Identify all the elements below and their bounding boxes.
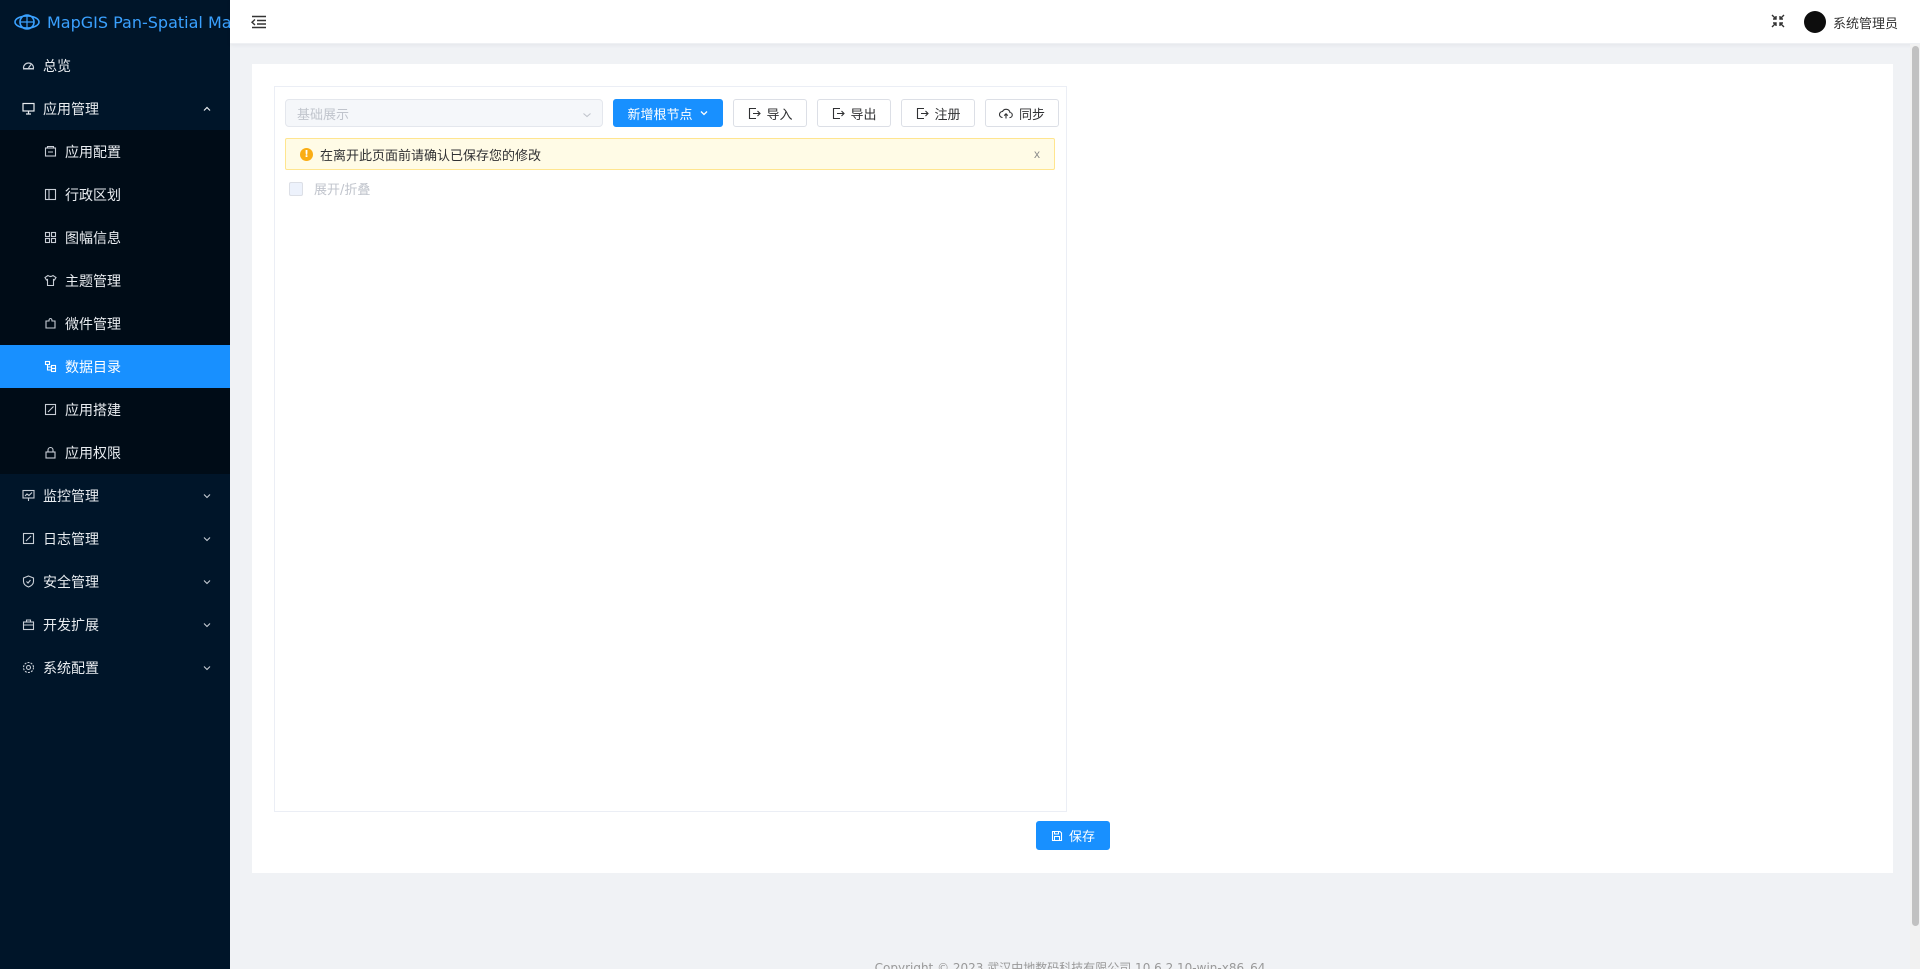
sidebar-item-label: 应用搭建: [65, 402, 121, 419]
toolbar: 基础展示 新增根节点 导入 导出 注册 同步: [285, 99, 1059, 127]
sync-button[interactable]: 同步: [985, 99, 1059, 127]
desktop-icon: [22, 102, 35, 115]
lock-icon: [44, 446, 57, 459]
chevron-down-icon: [700, 111, 707, 116]
content-card: 基础展示 新增根节点 导入 导出 注册 同步 ! 在离开此页面前请确认已保存您的…: [252, 64, 1893, 873]
log-icon: [22, 532, 35, 545]
sidebar-item-app-build[interactable]: 应用搭建: [0, 388, 230, 431]
data-catalog-panel: 基础展示 新增根节点 导入 导出 注册 同步 ! 在离开此页面前请确认已保存您的…: [274, 86, 1067, 812]
register-button[interactable]: 注册: [901, 99, 975, 127]
chevron-down-icon: [202, 491, 212, 501]
add-root-node-button[interactable]: 新增根节点: [613, 99, 723, 127]
expand-collapse-label: 展开/折叠: [314, 183, 371, 198]
briefcase-icon: [22, 618, 35, 631]
tree-icon: [44, 360, 57, 373]
page-scrollbar[interactable]: [1910, 44, 1920, 969]
top-header: 系统管理员: [230, 0, 1920, 44]
edit-icon: [44, 403, 57, 416]
unsaved-changes-alert: ! 在离开此页面前请确认已保存您的修改 x: [285, 138, 1055, 170]
app-config-icon: [44, 145, 57, 158]
puzzle-icon: [44, 317, 57, 330]
import-icon: [748, 107, 761, 119]
sidebar-item-logs[interactable]: 日志管理: [0, 517, 230, 560]
shirt-icon: [44, 274, 57, 287]
export-button[interactable]: 导出: [817, 99, 891, 127]
app-title: MapGIS Pan-Spatial Map: [47, 12, 242, 32]
sidebar-item-widget[interactable]: 微件管理: [0, 302, 230, 345]
import-label: 导入: [766, 107, 793, 123]
sidebar-item-label: 微件管理: [65, 316, 121, 333]
register-label: 注册: [934, 107, 961, 123]
sidebar-item-label: 数据目录: [65, 359, 121, 376]
chevron-down-icon: [202, 620, 212, 630]
save-label: 保存: [1068, 830, 1095, 845]
scrollbar-thumb[interactable]: [1912, 46, 1919, 926]
warning-icon: !: [300, 147, 313, 161]
chevron-down-icon: [202, 534, 212, 544]
sidebar-item-app-management[interactable]: 应用管理: [0, 87, 230, 130]
sidebar-item-map-sheet[interactable]: 图幅信息: [0, 216, 230, 259]
sidebar-item-monitoring[interactable]: 监控管理: [0, 474, 230, 517]
expand-collapse-toggle[interactable]: 展开/折叠: [289, 179, 370, 198]
alert-close-button[interactable]: x: [1034, 147, 1040, 161]
export-label: 导出: [850, 107, 877, 123]
add-root-node-label: 新增根节点: [627, 107, 693, 123]
chevron-up-icon: [202, 104, 212, 114]
chevron-down-icon: [202, 577, 212, 587]
sidebar-item-label: 应用配置: [65, 144, 121, 161]
sidebar-item-dev-extension[interactable]: 开发扩展: [0, 603, 230, 646]
shield-icon: [22, 575, 35, 588]
user-name: 系统管理员: [1832, 16, 1898, 32]
expand-collapse-checkbox[interactable]: [289, 181, 303, 196]
sidebar-item-overview[interactable]: 总览: [0, 44, 230, 87]
sidebar-item-label: 监控管理: [43, 488, 99, 505]
sidebar-item-label: 应用管理: [43, 101, 99, 118]
sidebar-item-security[interactable]: 安全管理: [0, 560, 230, 603]
cloud-sync-icon: [999, 108, 1013, 118]
sidebar-item-label: 行政区划: [65, 187, 121, 204]
sidebar-item-label: 日志管理: [43, 531, 99, 548]
catalog-select[interactable]: 基础展示: [285, 99, 603, 127]
import-button[interactable]: 导入: [733, 99, 807, 127]
catalog-select-value: 基础展示: [297, 107, 350, 123]
chevron-down-icon: [582, 109, 592, 119]
sidebar-item-app-config[interactable]: 应用配置: [0, 130, 230, 173]
avatar: [1803, 11, 1826, 33]
sidebar-item-admin-region[interactable]: 行政区划: [0, 173, 230, 216]
sidebar-item-label: 主题管理: [65, 273, 121, 290]
sidebar-item-label: 应用权限: [65, 445, 121, 462]
sidebar: MapGIS Pan-Spatial Map 总览 应用管理 应用配置 行政区划…: [0, 0, 242, 969]
footer-copyright: Copyright © 2023 武汉中地数码科技有限公司 10.6.2.10-…: [874, 961, 1266, 969]
sidebar-item-app-permission[interactable]: 应用权限: [0, 431, 230, 474]
chevron-down-icon: [202, 663, 212, 673]
gear-icon: [22, 661, 35, 674]
sidebar-item-theme[interactable]: 主题管理: [0, 259, 230, 302]
sidebar-item-label: 总览: [43, 58, 71, 75]
save-button[interactable]: 保存: [1036, 821, 1110, 850]
sidebar-item-system-config[interactable]: 系统配置: [0, 646, 230, 689]
sync-label: 同步: [1019, 107, 1046, 123]
globe-logo-icon: [14, 14, 40, 30]
app-logo[interactable]: MapGIS Pan-Spatial Map: [0, 0, 242, 44]
sidebar-item-label: 安全管理: [43, 574, 99, 591]
sidebar-item-label: 系统配置: [43, 660, 99, 677]
sidebar-item-label: 开发扩展: [43, 617, 99, 634]
register-icon: [916, 107, 929, 119]
sidebar-item-label: 图幅信息: [65, 230, 121, 247]
monitor-icon: [22, 489, 35, 502]
submenu-app-management: 应用配置 行政区划 图幅信息 主题管理 微件管理 数据目录 应用搭建 应用权限: [0, 130, 230, 474]
alert-message: 在离开此页面前请确认已保存您的修改: [320, 148, 542, 164]
region-icon: [44, 188, 57, 201]
menu-fold-icon[interactable]: [250, 13, 268, 31]
dashboard-icon: [22, 59, 35, 72]
grid-icon: [44, 231, 57, 244]
export-icon: [832, 107, 845, 119]
save-icon: [1051, 830, 1063, 841]
user-menu[interactable]: 系统管理员: [1803, 11, 1898, 33]
fullscreen-icon[interactable]: [1771, 14, 1785, 28]
sidebar-item-data-catalog[interactable]: 数据目录: [0, 345, 230, 388]
